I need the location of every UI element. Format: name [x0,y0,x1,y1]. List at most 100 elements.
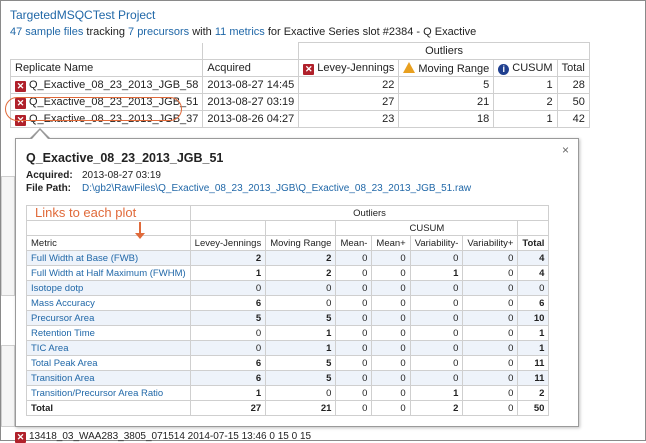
col-cusum[interactable]: i CUSUM [493,59,558,77]
variability-minus-cell: 0 [409,310,464,326]
mean-minus-cell: 0 [335,325,373,341]
mean-minus-cell: 0 [335,385,373,401]
mean-minus-cell: 0 [335,250,373,266]
outlier-x-icon: ✕ [15,432,26,443]
mean-plus-cell: 0 [371,250,411,266]
col-variability-minus[interactable]: Variability- [409,235,464,251]
col-replicate-name[interactable]: Replicate Name [9,59,204,77]
variability-minus-cell: 0 [409,250,464,266]
metric-link[interactable]: Transition Area [26,370,191,386]
metric-link[interactable]: Full Width at Half Maximum (FWHM) [26,265,191,281]
table-header-row: CUSUM [26,220,550,236]
sample-files-link[interactable]: 47 sample files [10,26,83,38]
col-acquired[interactable]: Acquired [202,59,300,77]
acquired-line: Acquired: 2013-08-27 03:19 [26,170,161,181]
total-variability-plus: 0 [462,400,519,416]
total-mr: 21 [265,400,337,416]
summary-line: 47 sample files tracking 7 precursors wi… [10,26,476,38]
bottom-row-text: 13418_03_WAA283_3805_071514 2014-07-15 1… [29,431,312,442]
lj-cell: 0 [189,325,267,341]
metric-row: TIC Area 0 1 0 0 0 0 1 [26,340,550,356]
lj-cell: 5 [189,310,267,326]
replicate-cell[interactable]: ✕ Q_Exactive_08_23_2013_JGB_58 [9,76,204,94]
outliers-header: Outliers [298,42,590,60]
mean-plus-cell: 0 [371,295,411,311]
total-cell: 11 [517,355,550,371]
lj-cell: 6 [189,370,267,386]
variability-minus-cell: 0 [409,340,464,356]
mr-cell: 2 [265,265,337,281]
variability-minus-cell: 0 [409,370,464,386]
col-levey-jennings[interactable]: ✕ Levey-Jennings [298,59,400,77]
mean-minus-cell: 0 [335,295,373,311]
mean-plus-cell: 0 [371,385,411,401]
background-bottom-row: ✕ 13418_03_WAA283_3805_071514 2014-07-15 … [15,431,311,443]
mr-cell: 5 [265,355,337,371]
variability-plus-cell: 0 [462,370,519,386]
metric-row: Transition Area 6 5 0 0 0 0 11 [26,370,550,386]
mr-cell: 0 [265,280,337,296]
metric-link[interactable]: Mass Accuracy [26,295,191,311]
metric-link[interactable]: Full Width at Base (FWB) [26,250,191,266]
metric-link[interactable]: Transition/Precursor Area Ratio [26,385,191,401]
metric-link[interactable]: Retention Time [26,325,191,341]
metric-row: Full Width at Half Maximum (FWHM) 1 2 0 0 1 0 4 [26,265,550,281]
total-cell: 10 [517,310,550,326]
info-icon: i [498,63,510,75]
lj-cell: 6 [189,295,267,311]
total-cell: 11 [517,370,550,386]
col-lj-label: Levey-Jennings [317,61,395,74]
mean-plus-cell: 0 [371,310,411,326]
mean-minus-cell: 0 [335,265,373,281]
metric-row: Mass Accuracy 6 0 0 0 0 0 6 [26,295,550,311]
outlier-x-icon: ✕ [303,63,315,75]
metric-link[interactable]: TIC Area [26,340,191,356]
table-row: ✕ Q_Exactive_08_23_2013_JGB_58 2013-08-27… [9,76,590,94]
col-metric[interactable]: Metric [26,235,191,251]
metric-link[interactable]: Total Peak Area [26,355,191,371]
mr-cell: 5 [265,370,337,386]
mr-cell: 0 [265,385,337,401]
metrics-link[interactable]: 11 metrics [215,26,265,38]
variability-minus-cell: 0 [409,280,464,296]
file-path-link[interactable]: D:\gb2\RawFiles\Q_Exactive_08_23_2013_JG… [82,183,471,194]
replicate-name[interactable]: Q_Exactive_08_23_2013_JGB_58 [29,79,198,91]
col-variability-plus[interactable]: Variability+ [462,235,519,251]
total-lj: 27 [189,400,267,416]
metric-link[interactable]: Precursor Area [26,310,191,326]
mr-cell: 1 [265,325,337,341]
col-mean-plus[interactable]: Mean+ [371,235,411,251]
lj-cell: 22 [298,76,400,94]
close-icon[interactable]: × [562,143,569,157]
summary-text-3: for Exactive Series slot #2384 - Q Exact… [264,26,477,38]
total-cell: 6 [517,295,550,311]
col-moving-range[interactable]: Moving Range [398,59,495,77]
replicate-details-popup: × Q_Exactive_08_23_2013_JGB_51 Acquired:… [15,138,579,427]
cusum-header: CUSUM [335,220,519,236]
mean-minus-cell: 0 [335,370,373,386]
variability-plus-cell: 0 [462,265,519,281]
variability-plus-cell: 0 [462,295,519,311]
outlier-x-icon: ✕ [15,80,26,92]
col-total[interactable]: Total [517,235,550,251]
total-cell: 2 [517,385,550,401]
col-mr-label: Moving Range [418,62,490,75]
acquired-cell: 2013-08-26 04:27 [202,110,300,128]
metric-link[interactable]: Isotope dotp [26,280,191,296]
lj-cell: 1 [189,385,267,401]
project-title-link[interactable]: TargetedMSQCTest Project [10,8,155,22]
col-levey-jennings[interactable]: Levey-Jennings [189,235,267,251]
lj-cell: 27 [298,93,400,111]
col-mean-minus[interactable]: Mean- [335,235,373,251]
mean-minus-cell: 0 [335,340,373,356]
total-cell: 4 [517,250,550,266]
col-total[interactable]: Total [556,59,590,77]
col-moving-range[interactable]: Moving Range [265,235,337,251]
mean-plus-cell: 0 [371,370,411,386]
total-row: Total 27 21 0 0 2 0 50 [26,400,550,416]
file-path-line: File Path: D:\gb2\RawFiles\Q_Exactive_08_… [26,183,471,194]
precursors-link[interactable]: 7 precursors [128,26,189,38]
mean-minus-cell: 0 [335,310,373,326]
variability-minus-cell: 1 [409,265,464,281]
variability-plus-cell: 0 [462,325,519,341]
